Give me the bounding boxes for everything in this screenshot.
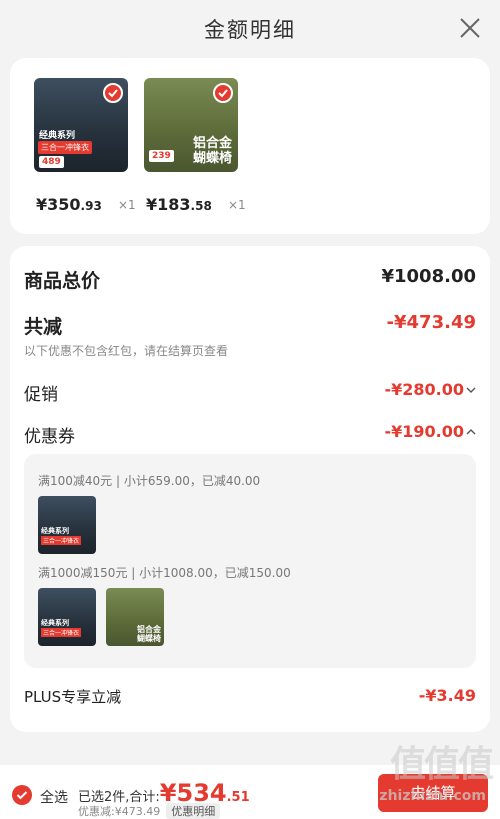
goods-total-value: ¥1008.00	[381, 266, 476, 287]
plus-value: -¥3.49	[418, 686, 476, 705]
plus-row: PLUS专享立减 -¥3.49	[24, 686, 476, 714]
chair-image: 239 铝合金 蝴蝶椅	[144, 78, 238, 172]
product-price: ¥350.93	[36, 195, 102, 214]
coupon-row[interactable]: 优惠券 -¥190.00	[24, 422, 476, 450]
promo-value: -¥280.00	[384, 380, 476, 399]
check-icon	[103, 83, 123, 103]
goods-total-label: 商品总价	[24, 270, 101, 292]
coupon-detail-box: 满100减40元 | 小计659.00，已减40.00 经典系列 三合一冲锋衣 …	[24, 454, 476, 668]
coupon-label: 优惠券	[24, 427, 75, 447]
discount-detail-button[interactable]: 优惠明细	[166, 803, 221, 819]
jacket-image: 经典系列 三合一冲锋衣	[38, 588, 96, 646]
plus-label: PLUS专享立减	[24, 688, 122, 706]
product-qty: ×1	[118, 198, 136, 212]
products-card: 经典系列 三合一冲锋衣 489 ¥350.93 ×1 239 铝合金 蝴蝶椅 ¥1…	[10, 58, 490, 234]
promo-row[interactable]: 促销 -¥280.00	[24, 380, 476, 408]
thumb-price: 239	[149, 150, 174, 162]
detail-card: 商品总价 ¥1008.00 共减 -¥473.49 以下优惠不包含红包，请在结算…	[10, 246, 490, 732]
total-discount-label: 共减	[24, 316, 63, 338]
promo-label: 促销	[24, 385, 58, 405]
select-all-label[interactable]: 全选	[40, 787, 68, 807]
thumb-title: 铝合金 蝴蝶椅	[192, 136, 232, 166]
goods-total-row: 商品总价 ¥1008.00	[24, 266, 476, 294]
select-all-check-icon[interactable]	[12, 785, 32, 805]
chair-image: 铝合金 蝴蝶椅	[106, 588, 164, 646]
close-icon[interactable]	[458, 16, 482, 40]
chevron-down-icon	[466, 380, 476, 393]
product-price: ¥183.58	[146, 195, 212, 214]
check-icon	[213, 83, 233, 103]
jacket-image: 经典系列 三合一冲锋衣	[38, 496, 96, 554]
thumb-title: 经典系列	[39, 131, 76, 141]
thumb-price: 489	[39, 156, 64, 168]
coupon-rule: 满1000减150元 | 小计1008.00，已减150.00	[38, 566, 291, 580]
jacket-image: 经典系列 三合一冲锋衣 489	[34, 78, 128, 172]
product-item[interactable]: 239 铝合金 蝴蝶椅 ¥183.58 ×1	[144, 78, 246, 214]
coupon-value: -¥190.00	[384, 422, 476, 441]
coupon-rule: 满100减40元 | 小计659.00，已减40.00	[38, 474, 261, 488]
watermark-logo: 值值值	[389, 744, 494, 785]
thumb-sub: 三合一冲锋衣	[38, 141, 92, 154]
page-title: 金额明细	[204, 18, 296, 42]
product-qty: ×1	[228, 198, 246, 212]
product-item[interactable]: 经典系列 三合一冲锋衣 489 ¥350.93 ×1	[34, 78, 136, 214]
total-discount-value: -¥473.49	[386, 312, 476, 333]
header: 金额明细	[0, 0, 500, 58]
watermark-url: zhizhizhi.com	[379, 788, 486, 804]
discount-note: 以下优惠不包含红包，请在结算页查看	[24, 344, 229, 358]
total-discount-row: 共减 -¥473.49	[24, 312, 476, 340]
chevron-up-icon	[466, 422, 476, 435]
discount-line: 优惠减:¥473.49 优惠明细	[78, 803, 221, 819]
